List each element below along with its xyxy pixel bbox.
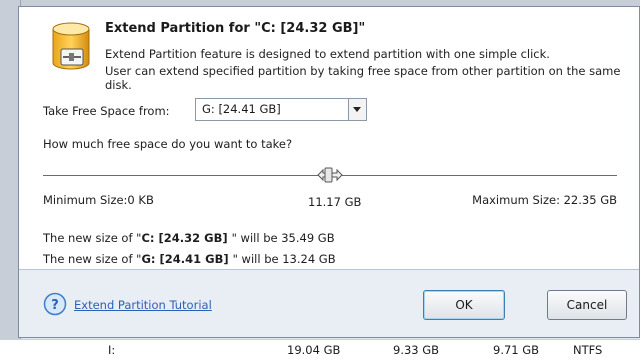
ok-button[interactable]: OK [423,290,505,320]
slider-min-label: Minimum Size:0 KB [43,193,154,207]
slider-current-value: 11.17 GB [308,195,362,209]
dialog-description-line2: User can extend specified partition by t… [105,64,621,92]
database-partition-icon [52,22,90,70]
new-size-g-text: The new size of "G: [24.41 GB] " will be… [43,252,336,266]
new-size-g-prefix: The new size of " [43,252,142,266]
dialog-title: Extend Partition for "C: [24.32 GB]" [105,21,366,36]
row-used: 9.33 GB [393,343,440,357]
svg-text:?: ? [51,298,59,313]
new-size-g-drive: G: [24.41 GB] [141,252,233,266]
new-size-c-suffix: " will be 35.49 GB [231,231,335,245]
row-capacity: 19.04 GB [287,343,341,357]
dialog-description-line1: Extend Partition feature is designed to … [105,47,550,61]
row-drive: I: [108,343,116,357]
row-filesystem: NTFS [573,343,603,357]
cancel-button[interactable]: Cancel [547,290,627,320]
new-size-g-suffix: " will be 13.24 GB [232,252,336,266]
take-from-label: Take Free Space from: [43,104,170,118]
dialog-header: Extend Partition for "C: [24.32 GB]" Ext… [19,7,639,93]
free-space-question: How much free space do you want to take? [43,137,293,151]
extend-partition-tutorial-link[interactable]: Extend Partition Tutorial [74,298,212,312]
chevron-down-icon[interactable] [348,99,366,120]
take-from-select[interactable]: G: [24.41 GB] [195,98,367,121]
slider-thumb-icon[interactable] [317,166,343,184]
new-size-c-drive: C: [24.32 GB] [141,231,232,245]
new-size-c-text: The new size of "C: [24.32 GB] " will be… [43,231,335,245]
question-circle-icon[interactable]: ? [43,292,67,316]
extend-partition-dialog: Extend Partition for "C: [24.32 GB]" Ext… [18,6,640,338]
new-size-c-prefix: The new size of " [43,231,142,245]
take-from-selected-value: G: [24.41 GB] [202,102,281,116]
row-free: 9.71 GB [493,343,540,357]
slider-max-label: Maximum Size: 22.35 GB [472,193,617,207]
partition-list-row[interactable]: I: 19.04 GB 9.33 GB 9.71 GB NTFS [0,339,640,361]
